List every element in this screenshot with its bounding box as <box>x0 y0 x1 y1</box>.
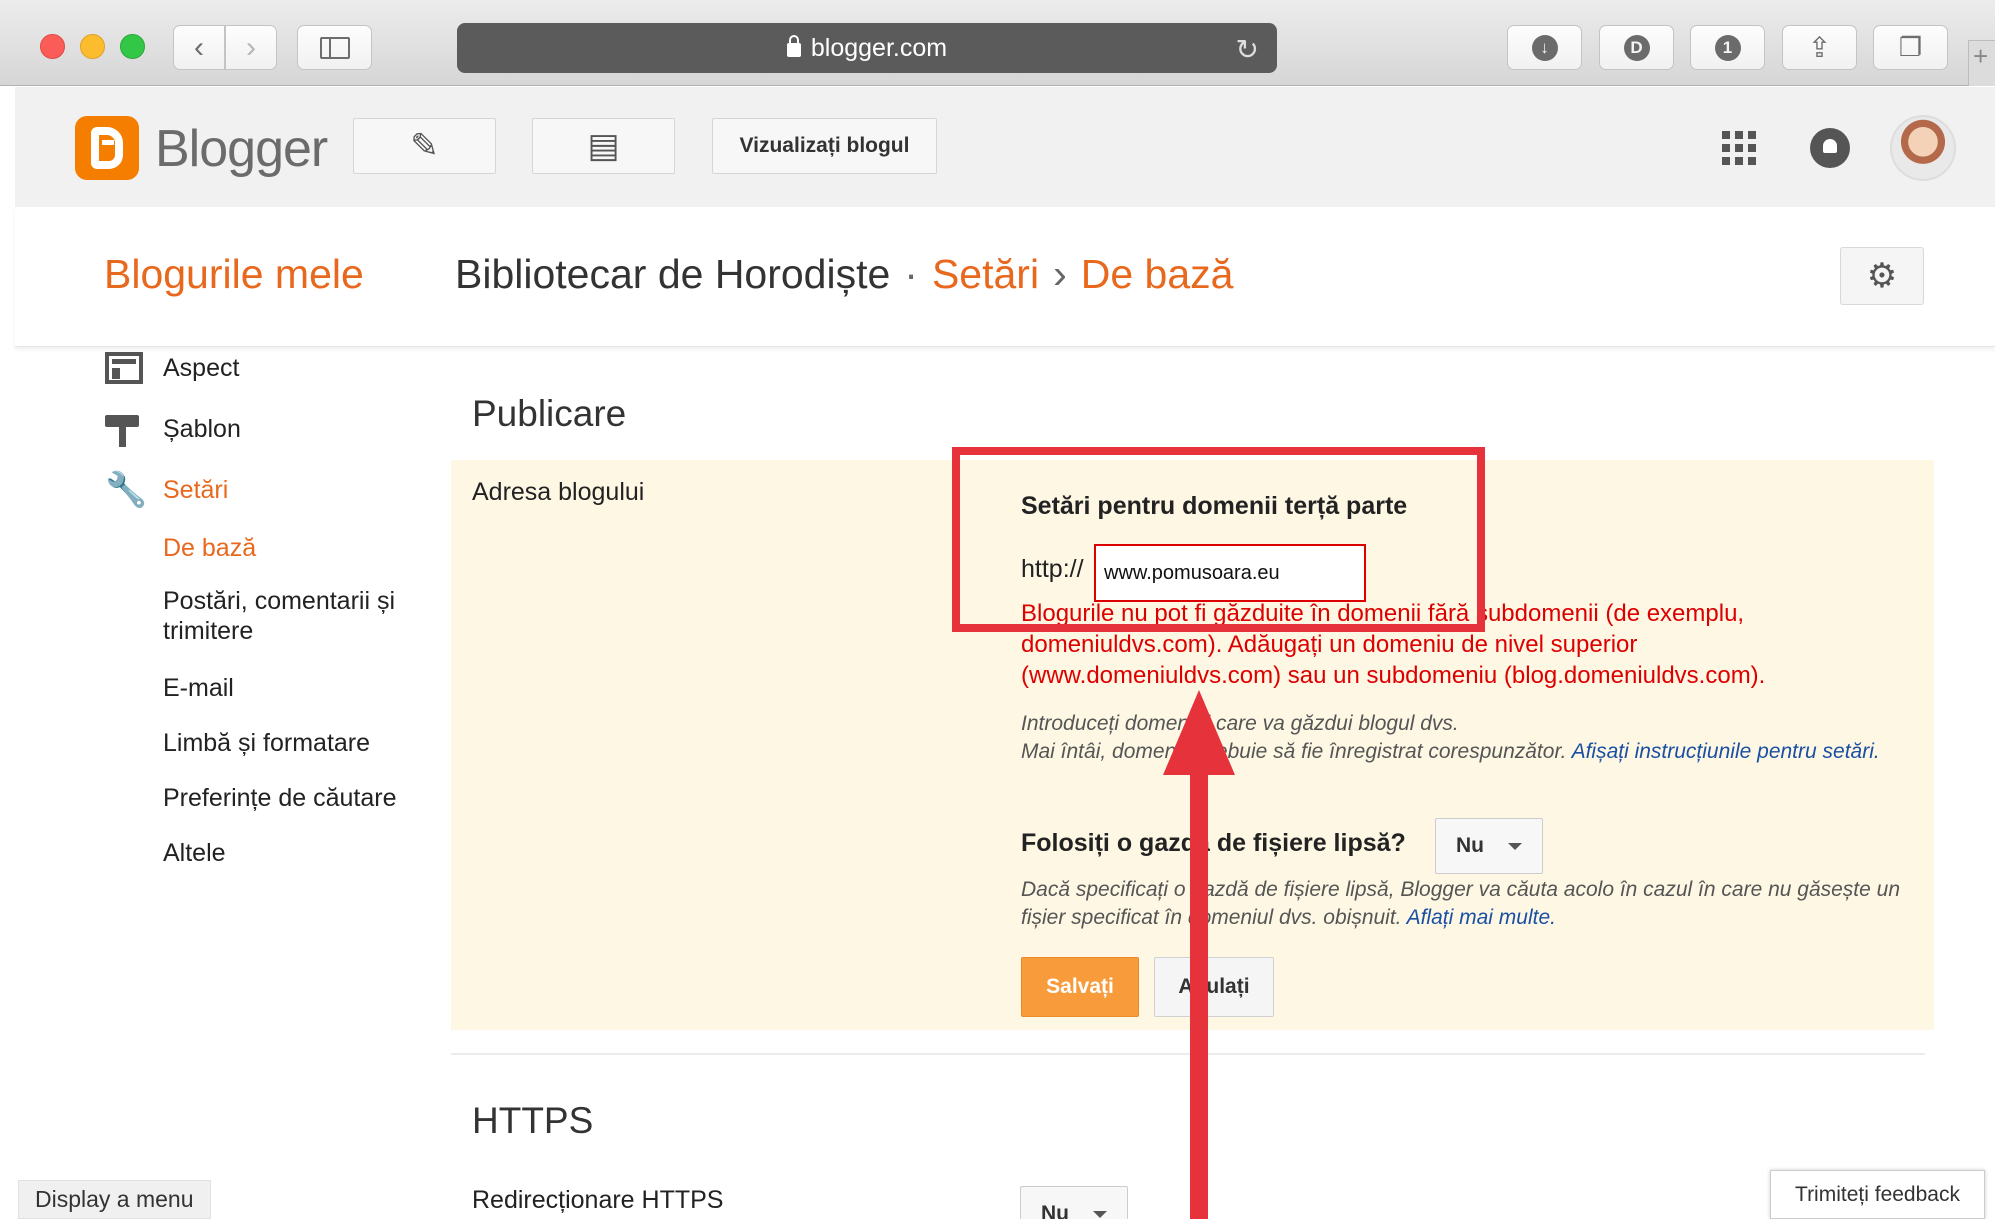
highlight-box-annotation <box>952 447 1485 632</box>
arrow-head-annotation <box>1163 690 1235 775</box>
forward-button[interactable]: › <box>225 25 277 70</box>
share-button[interactable]: ⇪ <box>1782 25 1857 70</box>
https-section-title: HTTPS <box>472 1100 594 1141</box>
domain-hint-line: Mai întâi, domeniul trebuie să fie înreg… <box>1021 740 1880 763</box>
breadcrumb-dot: · <box>904 251 918 297</box>
posts-list-button[interactable]: ▤ <box>532 118 675 174</box>
blog-address-label: Adresa blogului <box>472 478 645 506</box>
section-divider <box>451 1053 1925 1055</box>
domain-hint-line: Introduceți domeniul care va găzdui blog… <box>1021 712 1459 735</box>
breadcrumb-basic: De bază <box>1080 251 1234 297</box>
sidebar-icon <box>319 36 350 59</box>
https-redirect-select-value: Nu <box>1041 1202 1069 1219</box>
documents-icon: ▤ <box>587 127 620 165</box>
missing-files-question: Folosiți o gazdă de fișiere lipsă? <box>1021 829 1406 857</box>
https-redirect-select[interactable]: Nu <box>1020 1186 1128 1219</box>
https-redirect-label: Redirecționare HTTPS <box>472 1186 724 1214</box>
sidebar-subitem-posts-comments[interactable]: Postări, comentarii și trimitere <box>163 586 433 646</box>
app-name: Blogger <box>155 120 328 178</box>
zoom-window-button[interactable] <box>120 34 145 59</box>
learn-more-link[interactable]: Aflați mai multe. <box>1407 906 1556 929</box>
sidebar-subitem-other[interactable]: Altele <box>163 838 433 868</box>
sidebar-subitem-language[interactable]: Limbă și formatare <box>163 728 433 758</box>
password-manager-icon: 1 <box>1714 34 1741 61</box>
chevron-right-icon: › <box>246 30 256 64</box>
missing-files-select-value: Nu <box>1456 834 1484 857</box>
view-blog-button[interactable]: Vizualizați blogul <box>712 118 937 174</box>
lock-icon <box>786 35 801 57</box>
url-text: blogger.com <box>810 33 948 62</box>
missing-files-select[interactable]: Nu <box>1435 818 1543 874</box>
display-menu-button[interactable]: Display a menu <box>18 1180 211 1219</box>
downloads-button[interactable]: ↓ <box>1507 25 1582 70</box>
chevron-down-icon <box>1508 843 1522 850</box>
domain-hint: Introduceți domeniul care va găzdui blog… <box>1021 710 1901 766</box>
setup-instructions-link[interactable]: Afișați instrucțiunile pentru setări. <box>1572 740 1880 763</box>
browser-toolbar: ‹ › blogger.com ↻ ↓ D 1 ⇪ ❐ + <box>0 0 1995 86</box>
minimize-window-button[interactable] <box>80 34 105 59</box>
title-row: Blogurile mele Bibliotecar de Horodiște ·… <box>15 207 1995 347</box>
paint-roller-icon <box>105 413 143 447</box>
tabs-icon: ❐ <box>1898 32 1923 62</box>
sidebar-subitem-email[interactable]: E-mail <box>163 673 433 703</box>
sidebar-item-label: Șablon <box>163 414 241 443</box>
chevron-down-icon <box>1093 1211 1107 1218</box>
sidebar-subitem-basic[interactable]: De bază <box>163 533 433 563</box>
apps-grid-icon[interactable] <box>1722 131 1756 165</box>
download-icon: ↓ <box>1531 34 1558 61</box>
sidebar-item-label: Aspect <box>163 353 240 382</box>
sidebar-item-label: Setări <box>163 475 229 504</box>
back-button[interactable]: ‹ <box>173 25 225 70</box>
pencil-icon: ✎ <box>410 127 439 165</box>
sidebar: Aspect Șablon 🔧 Setări De bază Postări, … <box>0 348 440 1219</box>
gear-icon: ⚙ <box>1866 257 1898 295</box>
breadcrumb-arrow: › <box>1053 251 1067 297</box>
address-bar[interactable]: blogger.com ↻ <box>457 23 1277 73</box>
chevron-left-icon: ‹ <box>194 30 204 64</box>
wrench-icon: 🔧 <box>105 471 148 509</box>
missing-files-hint: Dacă specificați o gazdă de fișiere lips… <box>1021 878 1901 929</box>
share-icon: ⇪ <box>1807 32 1832 63</box>
new-post-button[interactable]: ✎ <box>353 118 496 174</box>
notifications-bell-icon[interactable] <box>1810 128 1850 168</box>
arrow-shaft-annotation <box>1190 770 1208 1219</box>
cancel-button[interactable]: Anulați <box>1154 957 1274 1017</box>
sidebar-subitem-search-prefs[interactable]: Preferințe de căutare <box>163 783 433 813</box>
password-manager-button[interactable]: 1 <box>1690 25 1765 70</box>
user-avatar[interactable] <box>1890 115 1956 181</box>
save-button[interactable]: Salvați <box>1021 957 1139 1017</box>
extension-d-icon: D <box>1623 34 1650 61</box>
breadcrumb-settings[interactable]: Setări <box>932 251 1039 297</box>
publishing-section-title: Publicare <box>472 393 627 434</box>
tabs-overview-button[interactable]: ❐ <box>1873 25 1948 70</box>
breadcrumb: Bibliotecar de Horodiște · Setări › De bază <box>455 251 1233 298</box>
settings-gear-button[interactable]: ⚙ <box>1840 247 1924 305</box>
blogger-logo-icon[interactable] <box>75 116 139 180</box>
extension-button-1[interactable]: D <box>1599 25 1674 70</box>
layout-icon <box>105 352 143 384</box>
blogger-header: Blogger ✎ ▤ Vizualizați blogul <box>15 87 1995 207</box>
sidebar-item-settings[interactable]: 🔧 Setări <box>105 470 228 510</box>
close-window-button[interactable] <box>40 34 65 59</box>
blog-name: Bibliotecar de Horodiște <box>455 251 891 297</box>
new-tab-button[interactable]: + <box>1968 40 1995 86</box>
reload-icon[interactable]: ↻ <box>1236 33 1259 66</box>
my-blogs-link[interactable]: Blogurile mele <box>104 251 364 298</box>
sidebar-item-layout[interactable]: Aspect <box>105 348 239 388</box>
sidebar-toggle-button[interactable] <box>297 25 372 70</box>
sidebar-item-template[interactable]: Șablon <box>105 409 241 449</box>
send-feedback-button[interactable]: Trimiteți feedback <box>1770 1170 1985 1219</box>
